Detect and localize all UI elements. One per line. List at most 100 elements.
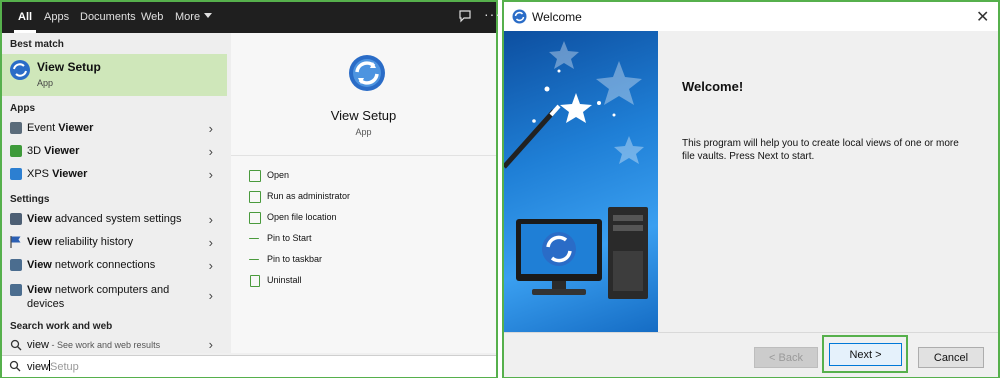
action-label: Open file location — [267, 212, 337, 222]
results-list: Best match View Setup App Apps Event Vie… — [2, 33, 231, 353]
pin-icon — [249, 238, 259, 239]
search-icon — [10, 339, 22, 351]
chevron-right-icon[interactable]: › — [209, 288, 213, 303]
section-search-web: Search work and web — [10, 321, 113, 332]
settings-match: View — [27, 213, 52, 225]
wizard-content: Welcome! This program will help you to c… — [658, 31, 998, 332]
preview-pane: View Setup App Open Run as administrator… — [231, 33, 496, 353]
divider — [231, 155, 496, 156]
settings-item-advanced-system[interactable]: View advanced system settings › — [2, 209, 227, 231]
app-prefix: Event — [27, 122, 59, 134]
back-button[interactable]: < Back — [754, 347, 818, 368]
event-viewer-icon — [10, 122, 22, 134]
settings-rest: advanced system settings — [51, 213, 182, 225]
settings-item-network-connections[interactable]: View network connections › — [2, 255, 227, 277]
search-icon — [9, 360, 21, 372]
network-icon — [10, 284, 22, 296]
tab-more-label: More — [175, 11, 201, 23]
settings-match: View — [27, 284, 52, 296]
app-item-3d-viewer[interactable]: 3D Viewer › — [2, 141, 227, 163]
setup-wizard-dialog: Welcome ✕ Welcome! This program will hel… — [502, 0, 1000, 378]
view-setup-icon — [9, 59, 31, 81]
shield-icon — [249, 191, 261, 203]
best-match-title: View Setup — [37, 60, 101, 74]
search-box[interactable]: viewSetup — [2, 355, 496, 377]
welcome-heading: Welcome! — [682, 79, 744, 94]
settings-item-label: View advanced system settings — [27, 213, 182, 225]
cancel-button[interactable]: Cancel — [918, 347, 984, 368]
action-label: Open — [267, 170, 290, 180]
app-item-label: Event Viewer — [27, 122, 93, 134]
settings-match: View — [27, 236, 52, 248]
chevron-right-icon[interactable]: › — [209, 144, 213, 159]
feedback-icon[interactable] — [458, 9, 472, 23]
search-typed-text: view — [27, 361, 50, 373]
tab-documents[interactable]: Documents — [80, 2, 136, 33]
section-apps: Apps — [10, 103, 35, 114]
welcome-body-line1: This program will help you to create loc… — [682, 138, 959, 149]
app-item-label: XPS Viewer — [27, 168, 87, 180]
search-tabs-bar: All Apps Documents Web More ··· — [2, 2, 500, 33]
settings-item-label: View network connections — [27, 259, 155, 271]
app-match: Viewer — [52, 168, 88, 180]
chevron-right-icon[interactable]: › — [209, 121, 213, 136]
tab-web[interactable]: Web — [141, 2, 163, 33]
wizard-side-image — [504, 31, 658, 332]
settings-item-network-computers[interactable]: View network computers and devices › — [2, 280, 227, 310]
app-prefix: 3D — [27, 145, 45, 157]
trash-icon — [250, 275, 260, 287]
xps-viewer-icon — [10, 168, 22, 180]
web-hint: - See work and web results — [49, 340, 161, 350]
more-options-icon[interactable]: ··· — [484, 6, 501, 22]
tab-more[interactable]: More — [175, 2, 213, 33]
settings-item-reliability-history[interactable]: View reliability history › — [2, 232, 227, 254]
system-icon — [10, 213, 22, 225]
chevron-right-icon[interactable]: › — [209, 338, 213, 352]
3d-viewer-icon — [10, 145, 22, 157]
flag-icon — [10, 235, 22, 248]
close-icon[interactable]: ✕ — [976, 7, 989, 27]
section-settings: Settings — [10, 194, 50, 205]
settings-match: View — [27, 259, 52, 271]
preview-title: View Setup — [330, 108, 397, 123]
web-result-item[interactable]: view - See work and web results › — [2, 338, 227, 353]
app-item-label: 3D Viewer — [27, 145, 79, 157]
start-menu: All Apps Documents Web More ··· Best mat… — [0, 0, 500, 378]
network-icon — [10, 259, 22, 271]
chevron-right-icon[interactable]: › — [209, 258, 213, 273]
search-suggestion-text: Setup — [50, 361, 79, 373]
web-query: view — [27, 339, 50, 351]
action-label: Run as administrator — [267, 191, 351, 201]
pin-icon — [249, 259, 259, 260]
button-bar: < Back Next > Cancel — [504, 332, 998, 377]
app-item-xps-viewer[interactable]: XPS Viewer › — [2, 164, 227, 186]
window-title: Welcome — [532, 10, 582, 24]
app-match: Viewer — [44, 145, 80, 157]
app-item-event-viewer[interactable]: Event Viewer › — [2, 118, 227, 140]
search-input[interactable]: viewSetup — [27, 360, 79, 373]
chevron-right-icon[interactable]: › — [209, 212, 213, 227]
settings-item-label: View reliability history — [27, 236, 133, 248]
welcome-body-line2: file vaults. Press Next to start. — [682, 151, 815, 162]
tab-apps[interactable]: Apps — [44, 2, 69, 33]
settings-item-label: View network computers and — [27, 284, 169, 296]
best-match-item[interactable]: View Setup App — [2, 54, 227, 96]
folder-icon — [249, 212, 261, 224]
app-prefix: XPS — [27, 168, 53, 180]
app-match: Viewer — [58, 122, 94, 134]
app-icon — [512, 9, 527, 24]
wizard-illustration — [504, 41, 648, 299]
settings-rest: reliability history — [51, 236, 134, 248]
tab-all[interactable]: All — [13, 2, 37, 33]
settings-item-label-line2: devices — [27, 298, 65, 310]
web-result-label: view - See work and web results — [27, 339, 160, 351]
settings-rest: network computers and — [51, 284, 170, 296]
chevron-right-icon[interactable]: › — [209, 235, 213, 250]
action-label: Pin to taskbar — [267, 254, 323, 264]
action-label: Pin to Start — [267, 233, 312, 243]
next-button[interactable]: Next > — [829, 343, 902, 366]
chevron-down-icon — [204, 13, 213, 18]
action-label: Uninstall — [267, 275, 302, 285]
open-icon — [249, 170, 261, 182]
chevron-right-icon[interactable]: › — [209, 167, 213, 182]
